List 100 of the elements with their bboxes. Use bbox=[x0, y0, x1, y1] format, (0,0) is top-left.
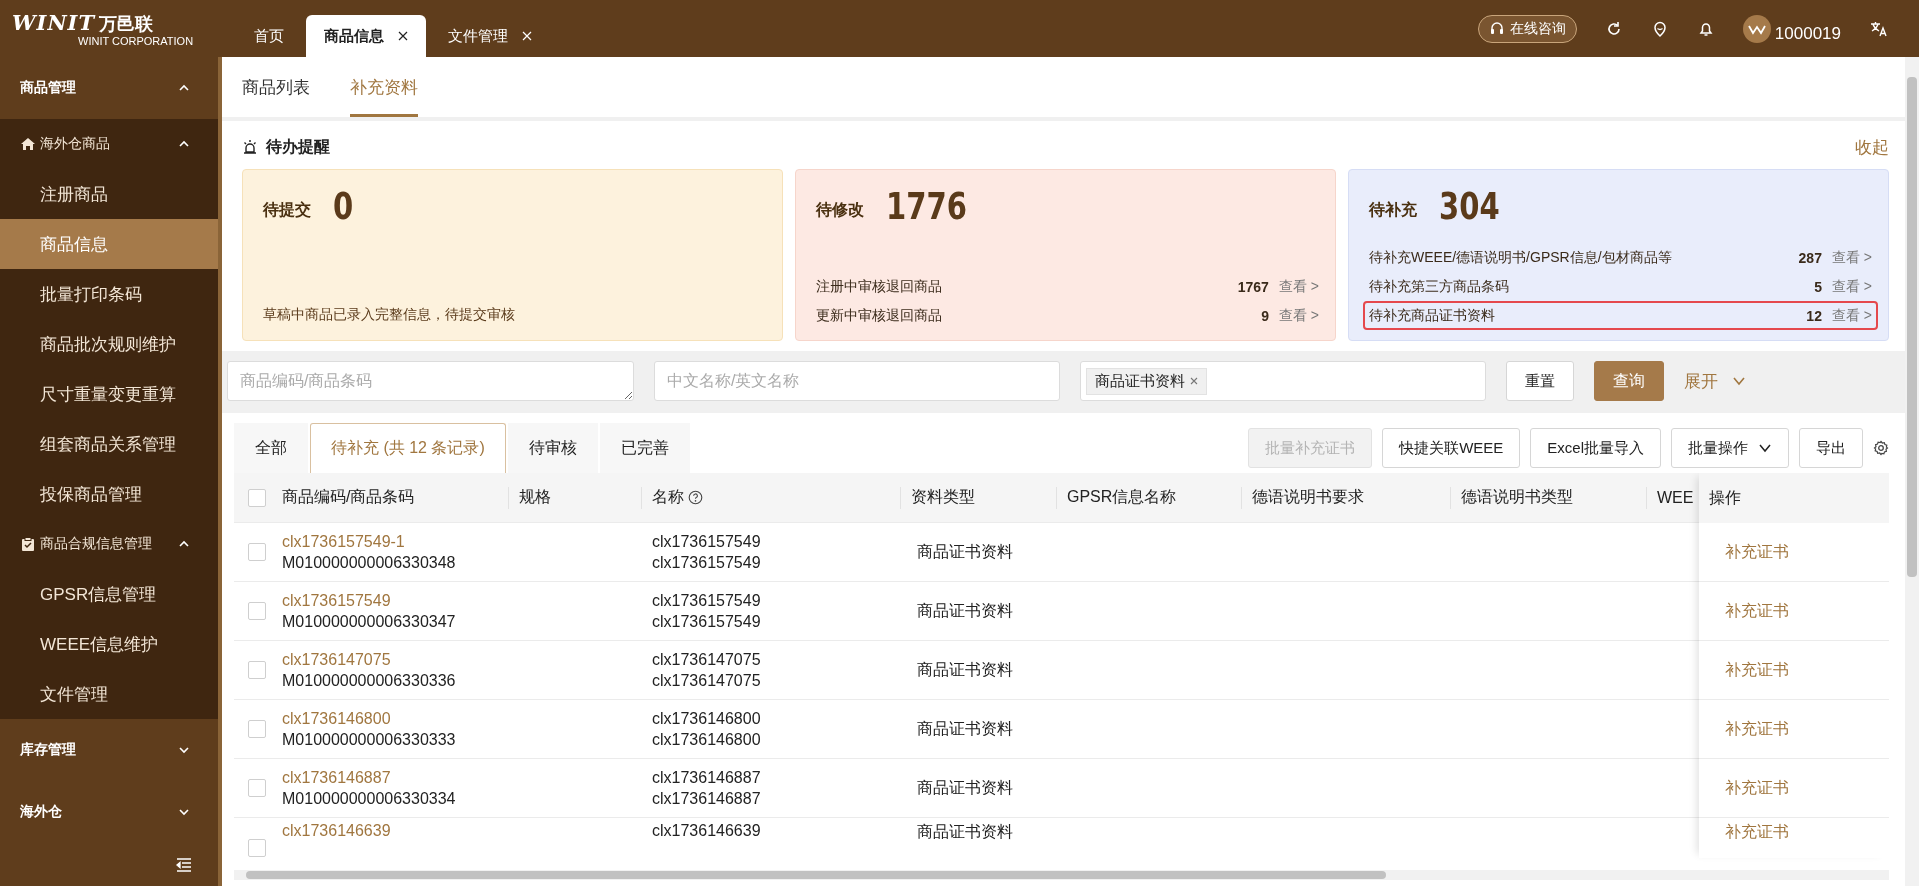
expand-toggle[interactable]: 展开 bbox=[1684, 369, 1746, 393]
caret-icon bbox=[1758, 442, 1772, 454]
page-tab[interactable]: 文件管理 bbox=[430, 15, 550, 57]
online-consult-button[interactable]: 在线咨询 bbox=[1477, 14, 1577, 43]
column-header: GPSR信息名称 bbox=[1057, 473, 1242, 522]
table-cell-text: 商品证书资料 bbox=[917, 600, 1013, 621]
sidebar-group[interactable]: 商品管理 bbox=[0, 57, 218, 119]
view-link[interactable]: 查看 > bbox=[1278, 306, 1319, 325]
status-tab[interactable]: 待审核 bbox=[507, 423, 598, 473]
supplement-link[interactable]: 补充证书 bbox=[1725, 777, 1789, 799]
supplement-link[interactable]: 补充证书 bbox=[1725, 541, 1789, 563]
collapse-link[interactable]: 收起 bbox=[1855, 135, 1889, 159]
toolbar-button[interactable]: 快捷关联WEEE bbox=[1382, 428, 1521, 468]
product-code-link[interactable]: clx1736157549-1 bbox=[282, 532, 405, 551]
card-count: 1776 bbox=[886, 184, 967, 228]
chevron-down-icon bbox=[178, 806, 190, 818]
select-field[interactable]: 商品证书资料 bbox=[1080, 361, 1486, 401]
status-tab[interactable]: 待补充 (共 12 条记录) bbox=[310, 423, 506, 473]
view-link[interactable]: 查看 > bbox=[1831, 248, 1872, 267]
sidebar-item[interactable]: GPSR信息管理 bbox=[0, 569, 218, 619]
todo-item-count: 5 bbox=[1814, 278, 1822, 295]
sidebar-category[interactable]: 商品合规信息管理 bbox=[0, 519, 218, 569]
settings-icon[interactable] bbox=[1873, 440, 1889, 456]
select-all-checkbox[interactable] bbox=[248, 488, 266, 507]
sidebar-category[interactable]: 海外仓商品 bbox=[0, 119, 218, 169]
table-cell-text: 商品证书资料 bbox=[917, 659, 1013, 680]
card-label: 待修改 bbox=[816, 199, 864, 220]
table-cell: clx1736157549 bbox=[652, 553, 761, 572]
sidebar-item[interactable]: 批量打印条码 bbox=[0, 269, 218, 319]
product-code-link[interactable]: clx1736157549 bbox=[282, 591, 391, 610]
table-cell: clx1736146800 bbox=[652, 730, 761, 749]
reset-button[interactable]: 重置 bbox=[1506, 361, 1574, 401]
view-link[interactable]: 查看 > bbox=[1831, 277, 1872, 296]
card-count: 304 bbox=[1439, 184, 1500, 228]
headset-icon bbox=[1488, 20, 1505, 37]
avatar-icon[interactable] bbox=[1742, 14, 1771, 43]
page-tab[interactable]: 商品信息 bbox=[306, 15, 426, 57]
table-cell: clx1736147075 bbox=[652, 671, 761, 690]
sidebar-group[interactable]: 海外仓 bbox=[0, 781, 218, 843]
query-button[interactable]: 查询 bbox=[1594, 361, 1664, 401]
row-checkbox[interactable] bbox=[248, 543, 266, 561]
toolbar-button[interactable]: 批量操作 bbox=[1671, 428, 1789, 468]
collapse-menu-icon[interactable] bbox=[176, 857, 192, 872]
row-checkbox[interactable] bbox=[248, 602, 266, 620]
row-checkbox[interactable] bbox=[248, 720, 266, 738]
table-cell: clx1736146639 bbox=[652, 822, 761, 840]
translate-icon[interactable] bbox=[1869, 19, 1889, 38]
view-link[interactable]: 查看 > bbox=[1831, 306, 1872, 325]
status-tab[interactable]: 已完善 bbox=[599, 423, 690, 473]
product-code-link[interactable]: clx1736146887 bbox=[282, 768, 391, 787]
search-field[interactable]: 中文名称/英文名称 bbox=[654, 361, 1060, 401]
row-checkbox[interactable] bbox=[248, 661, 266, 679]
toolbar-button[interactable]: Excel批量导入 bbox=[1530, 428, 1661, 468]
todo-item-count: 9 bbox=[1261, 307, 1269, 324]
row-checkbox[interactable] bbox=[248, 779, 266, 797]
column-header: 商品编码/商品条码 bbox=[272, 473, 509, 522]
sidebar-group[interactable]: 库存管理 bbox=[0, 719, 218, 781]
sidebar-item[interactable]: 投保商品管理 bbox=[0, 469, 218, 519]
toolbar-button[interactable]: 导出 bbox=[1799, 428, 1863, 468]
product-code-link[interactable]: clx1736147075 bbox=[282, 650, 391, 669]
sidebar-item[interactable]: 文件管理 bbox=[0, 669, 218, 719]
sub-tab[interactable]: 商品列表 bbox=[242, 57, 310, 117]
table-cell: M010000000006330347 bbox=[282, 612, 456, 631]
supplement-link[interactable]: 补充证书 bbox=[1725, 659, 1789, 681]
sidebar-item[interactable]: 尺寸重量变更重算 bbox=[0, 369, 218, 419]
todo-item-count: 1767 bbox=[1237, 278, 1269, 295]
view-link[interactable]: 查看 > bbox=[1278, 277, 1319, 296]
sidebar-item[interactable]: 商品信息 bbox=[0, 219, 218, 269]
supplement-link[interactable]: 补充证书 bbox=[1725, 822, 1789, 843]
row-checkbox[interactable] bbox=[248, 839, 266, 857]
sidebar-item[interactable]: 组套商品关系管理 bbox=[0, 419, 218, 469]
clipboard-check-icon bbox=[20, 536, 36, 552]
column-header: 资料类型 bbox=[901, 473, 1057, 522]
card-label: 待提交 bbox=[263, 199, 311, 220]
sidebar-item[interactable]: 商品批次规则维护 bbox=[0, 319, 218, 369]
close-icon[interactable] bbox=[398, 31, 408, 41]
todo-item-label: 更新中审核退回商品 bbox=[816, 306, 943, 325]
chevron-down-icon bbox=[178, 744, 190, 756]
sub-tab[interactable]: 补充资料 bbox=[350, 57, 418, 117]
table-cell-text: 商品证书资料 bbox=[917, 718, 1013, 739]
table-cell: M010000000006330336 bbox=[282, 671, 456, 690]
status-tab[interactable]: 全部 bbox=[234, 423, 308, 473]
page-tab[interactable]: 首页 bbox=[236, 15, 302, 57]
table-cell: clx1736146887 bbox=[652, 789, 761, 808]
sidebar-item[interactable]: WEEE信息维护 bbox=[0, 619, 218, 669]
table-cell: clx1736157549 bbox=[652, 591, 761, 610]
supplement-link[interactable]: 补充证书 bbox=[1725, 718, 1789, 740]
supplement-link[interactable]: 补充证书 bbox=[1725, 600, 1789, 622]
column-header: 名称 bbox=[642, 473, 901, 522]
alarm-icon bbox=[242, 139, 258, 155]
section-title: 待办提醒 bbox=[266, 136, 330, 157]
user-id[interactable]: 1000019 bbox=[1774, 23, 1841, 44]
table-cell: clx1736157549 bbox=[652, 532, 761, 551]
horizontal-scrollbar[interactable] bbox=[234, 870, 1889, 880]
sidebar-item[interactable]: 注册商品 bbox=[0, 169, 218, 219]
product-code-link[interactable]: clx1736146639 bbox=[282, 822, 391, 840]
table-cell-text: 商品证书资料 bbox=[917, 541, 1013, 562]
help-icon bbox=[688, 490, 703, 505]
search-field[interactable]: 商品编码/商品条码 bbox=[227, 361, 634, 401]
product-code-link[interactable]: clx1736146800 bbox=[282, 709, 391, 728]
